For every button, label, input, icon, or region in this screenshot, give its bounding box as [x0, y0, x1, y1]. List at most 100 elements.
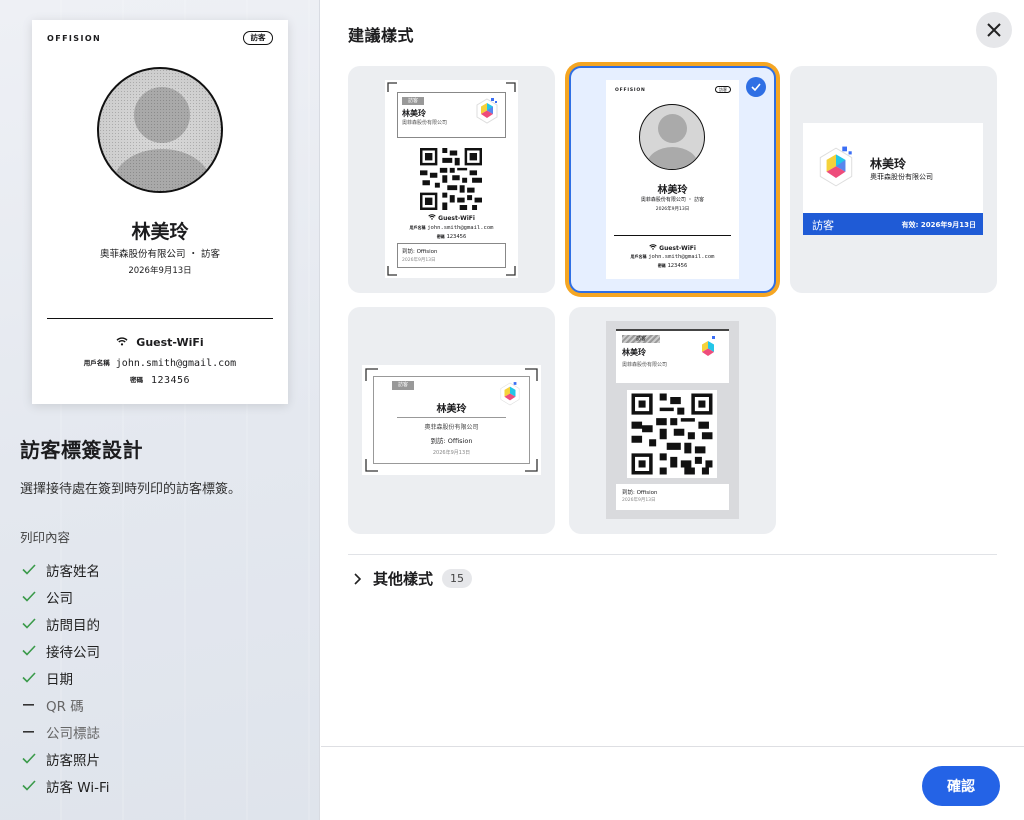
qr-code-icon [627, 390, 717, 478]
print-item-visitor-name[interactable]: 訪客姓名 [20, 556, 110, 583]
print-item-visitor-wifi[interactable]: 訪客 Wi-Fi [20, 772, 110, 799]
preview-brand: OFFISION [47, 34, 102, 43]
style-card-2[interactable]: OFFISION 訪客 林美玲 奧菲森股份有限公司 ・ 訪客 2026年9月13… [569, 66, 776, 293]
style-1-visit: 到訪: Offision [402, 249, 438, 255]
badge-preview: OFFISION 訪客 林美玲 奧菲森股份有限公司 ・ 訪客 2026年9月13… [32, 20, 288, 404]
print-item-date[interactable]: 日期 [20, 664, 110, 691]
check-icon [20, 777, 38, 795]
more-styles-label: 其他樣式 [373, 570, 434, 588]
preview-visitor-tag: 訪客 [243, 31, 273, 45]
style-2-user: 用戶名稱 john.smith@gmail.com [630, 254, 715, 260]
style-4-date: 2026年9月13日 [432, 450, 471, 456]
check-icon [20, 588, 38, 606]
style-5-company: 奧菲森股份有限公司 [622, 362, 668, 368]
suggested-styles-title: 建議樣式 [348, 26, 415, 45]
wifi-icon [428, 214, 436, 220]
right-panel: 建議樣式 訪客 林美玲 奧菲森股份有限公司 Guest-WiFi 用戶名稱 jo… [321, 0, 1024, 820]
style-1-name: 林美玲 [402, 109, 426, 118]
style-3-valid: 有效: 2026年9月13日 [901, 221, 976, 229]
style-3-tag: 訪客 [812, 219, 834, 232]
preview-username-value: john.smith@gmail.com [115, 358, 237, 369]
check-icon [20, 750, 38, 768]
preview-password-key: 密碼 [129, 376, 143, 384]
page-title: 訪客標簽設計 [20, 438, 143, 462]
check-icon [20, 669, 38, 687]
style-4-company: 奧菲森股份有限公司 [424, 424, 479, 431]
print-item-qr-code[interactable]: QR 碼 [20, 691, 110, 718]
style-2-company: 奧菲森股份有限公司 ・ 訪客 [640, 197, 705, 203]
style-card-5[interactable]: 訪客 林美玲 奧菲森股份有限公司 到訪: Offision 2026年9月13日 [569, 307, 776, 534]
print-item-visit-purpose[interactable]: 訪問目的 [20, 610, 110, 637]
confirm-button[interactable]: 確認 [922, 766, 1000, 806]
style-1-badge: 訪客 林美玲 奧菲森股份有限公司 Guest-WiFi 用戶名稱 john.sm… [385, 80, 518, 278]
check-icon [20, 615, 38, 633]
style-2-name: 林美玲 [657, 185, 688, 196]
preview-visitor-name: 林美玲 [131, 221, 189, 243]
style-2-pass: 密碼 123456 [657, 263, 688, 269]
avatar [97, 67, 223, 193]
preview-date: 2026年9月13日 [128, 266, 192, 276]
close-button[interactable] [976, 12, 1012, 48]
style-3-band: 訪客 有效: 2026年9月13日 [803, 213, 983, 235]
preview-username-row: 用戶名稱 john.smith@gmail.com [32, 357, 288, 369]
preview-wifi-name: Guest-WiFi [136, 336, 204, 349]
preview-company-line: 奧菲森股份有限公司 ・ 訪客 [99, 249, 221, 260]
minus-icon [20, 696, 38, 714]
preview-password-row: 密碼 123456 [32, 374, 288, 386]
print-content-list: 訪客姓名 公司 訪問目的 接待公司 日期 QR 碼 公司標誌 訪客照片 訪客 W… [20, 556, 110, 799]
style-2-brand: OFFISION [615, 88, 646, 93]
style-card-3[interactable]: 林美玲 奧菲森股份有限公司 訪客 有效: 2026年9月13日 [790, 66, 997, 293]
chevron-right-icon [354, 572, 361, 585]
more-styles-toggle[interactable]: 其他樣式 15 [353, 568, 473, 589]
more-styles-count-badge: 15 [442, 569, 473, 588]
style-2-tag: 訪客 [715, 86, 731, 93]
print-content-label: 列印內容 [20, 530, 71, 545]
style-1-wifi: Guest-WiFi [385, 214, 518, 222]
style-card-4[interactable]: 訪客 林美玲 奧菲森股份有限公司 到訪: Offision 2026年9月13日 [348, 307, 555, 534]
style-1-date: 2026年9月13日 [402, 258, 436, 263]
company-logo-icon [476, 98, 498, 124]
style-4-visit: 到訪: Offision [430, 437, 473, 445]
style-card-1[interactable]: 訪客 林美玲 奧菲森股份有限公司 Guest-WiFi 用戶名稱 john.sm… [348, 66, 555, 293]
style-3-badge: 林美玲 奧菲森股份有限公司 訪客 有效: 2026年9月13日 [803, 123, 983, 235]
wifi-icon [649, 244, 657, 250]
style-1-company: 奧菲森股份有限公司 [402, 120, 448, 126]
selected-check [746, 77, 766, 97]
wifi-icon [116, 337, 128, 346]
footer-divider [321, 746, 1024, 747]
style-4-name: 林美玲 [436, 404, 467, 415]
preview-divider [47, 318, 273, 319]
company-logo-icon [696, 335, 720, 363]
style-5-tag: 訪客 [622, 335, 660, 343]
style-1-user: 用戶名稱 john.smith@gmail.com [409, 225, 494, 231]
page-description: 選擇接待處在簽到時列印的訪客標簽。 [20, 482, 242, 497]
style-2-date: 2026年9月13日 [655, 207, 690, 212]
style-5-name: 林美玲 [622, 348, 646, 357]
print-item-host-company[interactable]: 接待公司 [20, 637, 110, 664]
style-5-date: 2026年9月13日 [622, 498, 656, 503]
style-2-badge: OFFISION 訪客 林美玲 奧菲森股份有限公司 ・ 訪客 2026年9月13… [606, 80, 739, 279]
style-4-badge: 訪客 林美玲 奧菲森股份有限公司 到訪: Offision 2026年9月13日 [362, 365, 541, 475]
company-logo-icon [819, 146, 853, 187]
style-4-tag: 訪客 [392, 381, 414, 390]
left-panel: OFFISION 訪客 林美玲 奧菲森股份有限公司 ・ 訪客 2026年9月13… [0, 0, 320, 820]
style-3-name: 林美玲 [870, 157, 907, 171]
check-icon [20, 561, 38, 579]
avatar [639, 104, 705, 170]
print-item-visitor-photo[interactable]: 訪客照片 [20, 745, 110, 772]
print-item-company-logo[interactable]: 公司標誌 [20, 718, 110, 745]
print-item-company[interactable]: 公司 [20, 583, 110, 610]
section-divider [348, 554, 997, 555]
style-2-wifi: Guest-WiFi [606, 244, 739, 252]
style-5-visit: 到訪: Offision [622, 490, 658, 496]
style-1-tag: 訪客 [402, 97, 424, 105]
close-icon [987, 23, 1001, 37]
preview-username-key: 用戶名稱 [83, 359, 110, 367]
check-icon [751, 83, 761, 91]
style-3-company: 奧菲森股份有限公司 [870, 173, 933, 181]
style-5-badge: 訪客 林美玲 奧菲森股份有限公司 到訪: Offision 2026年9月13日 [606, 321, 739, 519]
minus-icon [20, 723, 38, 741]
check-icon [20, 642, 38, 660]
preview-wifi: Guest-WiFi [32, 336, 288, 349]
style-1-pass: 密碼 123456 [436, 234, 467, 240]
